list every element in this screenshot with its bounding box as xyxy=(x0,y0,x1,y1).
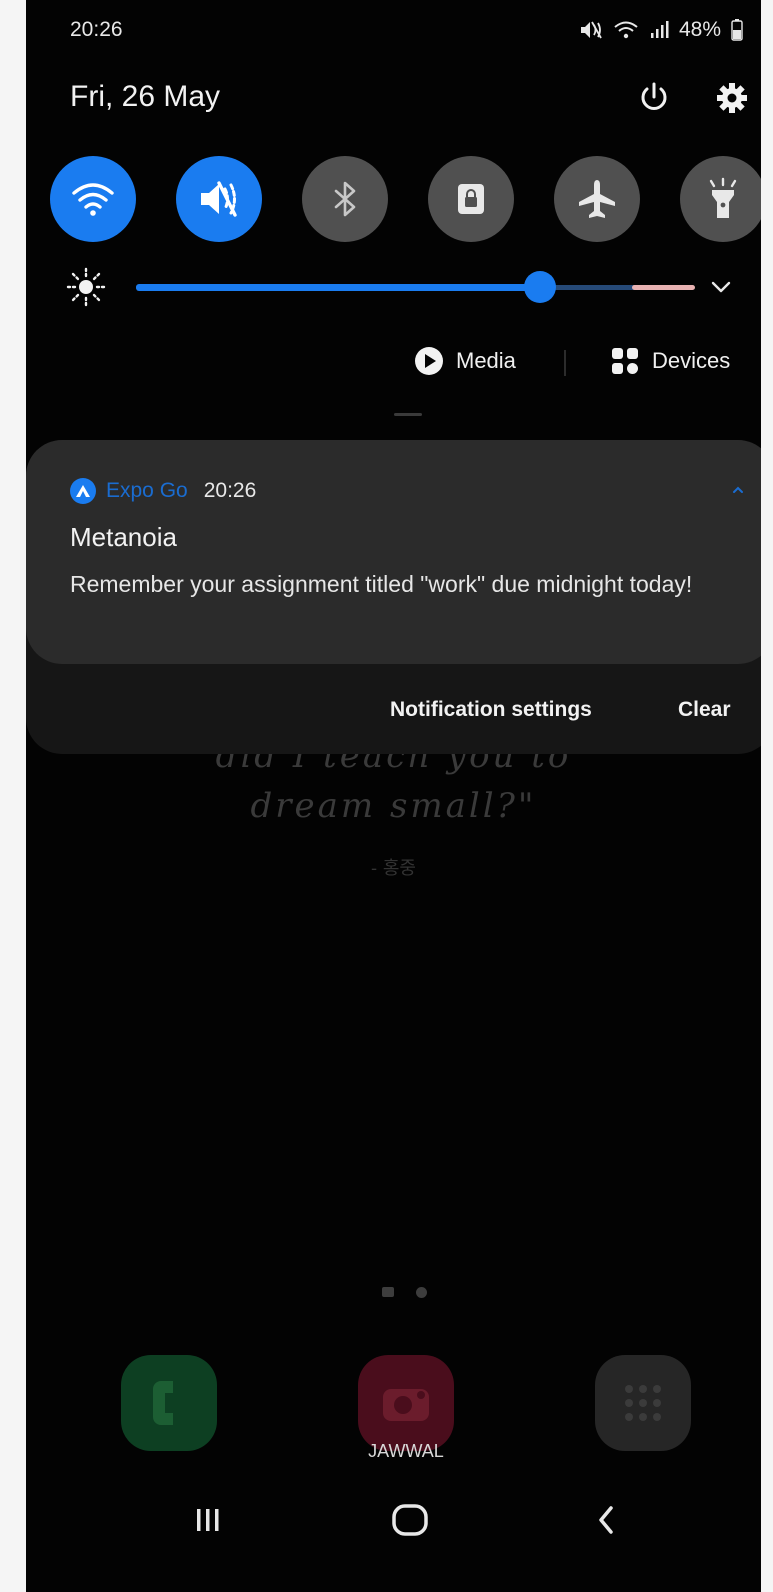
home-icon xyxy=(392,1504,428,1536)
portrait-lock-toggle[interactable] xyxy=(428,156,514,242)
status-bar: 20:26 48% xyxy=(70,18,743,48)
gear-icon xyxy=(717,83,747,113)
dock-phone-app[interactable] xyxy=(121,1355,217,1451)
recents-icon xyxy=(197,1509,219,1531)
apps-grid-icon xyxy=(625,1385,661,1421)
phone-screen: did I teach you to dream small?" - 홍중 JA… xyxy=(26,0,761,1592)
mute-icon xyxy=(580,21,602,39)
wifi-icon xyxy=(614,21,638,39)
play-icon xyxy=(415,347,443,375)
page-dot xyxy=(416,1287,427,1298)
wallpaper-quote-line2: dream small?" xyxy=(250,786,537,826)
expo-go-icon xyxy=(70,478,96,504)
mute-icon xyxy=(201,181,237,217)
chevron-down-icon xyxy=(711,281,731,293)
power-button[interactable] xyxy=(636,80,676,120)
wifi-toggle[interactable] xyxy=(50,156,136,242)
expand-quick-panel-button[interactable] xyxy=(706,272,746,302)
dock-camera-app[interactable] xyxy=(358,1355,454,1451)
home-page-dot xyxy=(382,1287,394,1297)
media-devices-divider xyxy=(564,350,566,376)
signal-icon xyxy=(650,21,669,38)
camera-icon xyxy=(383,1389,429,1421)
clear-notifications-button[interactable]: Clear xyxy=(678,698,731,722)
flashlight-icon xyxy=(709,177,737,218)
flashlight-toggle[interactable] xyxy=(680,156,761,242)
phone-icon xyxy=(153,1381,173,1425)
navigation-bar xyxy=(26,1490,761,1570)
brightness-fill xyxy=(136,284,541,291)
notification-header: Expo Go 20:26 xyxy=(70,478,256,504)
dock-apps-drawer[interactable] xyxy=(595,1355,691,1451)
bluetooth-icon xyxy=(334,181,356,217)
status-icons: 48% xyxy=(579,18,743,42)
brightness-limit-indicator xyxy=(632,285,695,290)
devices-icon xyxy=(612,348,638,374)
brightness-control xyxy=(66,262,756,312)
back-button[interactable] xyxy=(566,1490,646,1550)
devices-button[interactable]: Devices xyxy=(610,346,730,376)
collapse-notification-button[interactable] xyxy=(726,478,750,502)
mute-toggle[interactable] xyxy=(176,156,262,242)
chevron-up-icon xyxy=(733,486,743,493)
devices-label: Devices xyxy=(652,348,731,373)
panel-drag-handle[interactable] xyxy=(394,413,422,416)
notification-title: Metanoia xyxy=(70,522,177,552)
battery-icon xyxy=(731,19,743,41)
bluetooth-toggle[interactable] xyxy=(302,156,388,242)
sun-icon xyxy=(66,267,106,307)
wifi-icon xyxy=(72,183,114,216)
media-label: Media xyxy=(456,348,516,373)
recents-button[interactable] xyxy=(168,1490,248,1550)
media-output-button[interactable]: Media xyxy=(414,346,516,376)
airplane-icon xyxy=(579,180,615,218)
status-time: 20:26 xyxy=(70,18,123,41)
home-page-indicator xyxy=(382,1287,427,1298)
power-icon xyxy=(641,82,667,110)
brightness-slider-thumb[interactable] xyxy=(524,271,557,303)
notification-time: 20:26 xyxy=(203,479,257,502)
lock-icon xyxy=(458,184,484,214)
home-button[interactable] xyxy=(370,1490,450,1550)
notification-body: Remember your assignment titled "work" d… xyxy=(70,571,693,597)
battery-percent: 48% xyxy=(678,18,721,41)
back-icon xyxy=(599,1506,613,1534)
notification-app-name: Expo Go xyxy=(106,479,188,502)
date-label: Fri, 26 May xyxy=(70,80,221,113)
quick-settings-row xyxy=(50,156,761,244)
airplane-toggle[interactable] xyxy=(554,156,640,242)
wallpaper-author: - 홍중 xyxy=(371,858,416,879)
notification-settings-button[interactable]: Notification settings xyxy=(390,698,592,722)
settings-button[interactable] xyxy=(714,80,754,120)
dock-camera-label: JAWWAL xyxy=(368,1441,444,1461)
